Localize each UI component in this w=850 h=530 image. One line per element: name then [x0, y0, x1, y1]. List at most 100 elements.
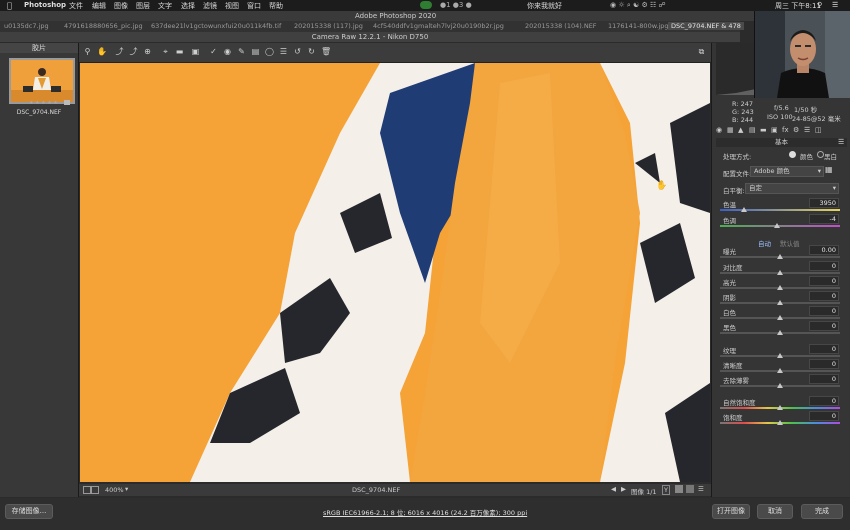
straighten-tool-icon[interactable]: ▬ [175, 47, 184, 56]
preferences-icon[interactable]: ☰ [279, 47, 288, 56]
hand-tool-icon[interactable]: ✋ [97, 47, 107, 56]
panel-menu-icon[interactable]: ☰ [838, 138, 844, 146]
zoom-level[interactable]: 400% [105, 486, 124, 494]
zoom-in-icon[interactable] [91, 486, 99, 494]
temp-slider[interactable] [720, 209, 840, 211]
preview-settings-icon[interactable]: ☰ [698, 485, 704, 493]
shadows-value[interactable]: 0 [809, 291, 839, 301]
color-sampler-tool-icon[interactable]: ⤴ [129, 47, 138, 56]
zoom-out-icon[interactable] [83, 486, 91, 494]
targeted-adjustment-icon[interactable]: ⊕ [143, 47, 152, 56]
graduated-filter-icon[interactable]: ▤ [251, 47, 260, 56]
transform-tool-icon[interactable]: ▣ [191, 47, 200, 56]
menu-app-name[interactable]: Photoshop [24, 1, 66, 9]
zoom-dropdown-icon[interactable]: ▾ [125, 485, 128, 493]
vibrance-value[interactable]: 0 [809, 396, 839, 406]
doc-tab[interactable]: 4cf540ddfv1gmalteh7lvj20u0190b2r.jpg [373, 22, 504, 30]
temp-slider-knob[interactable] [741, 207, 747, 212]
texture-slider-knob[interactable] [777, 353, 783, 358]
menu-layer[interactable]: 图层 [136, 1, 150, 11]
exposure-slider-knob[interactable] [777, 254, 783, 259]
zoom-tool-icon[interactable]: ⚲ [83, 47, 92, 56]
hsl-tab-icon[interactable]: ▤ [749, 126, 756, 134]
profile-browser-icon[interactable]: ▦ [825, 165, 833, 174]
detail-tab-icon[interactable]: ▲ [738, 126, 743, 134]
before-after-copy-icon[interactable] [686, 485, 694, 493]
done-button[interactable]: 完成 [801, 504, 843, 519]
tint-slider-knob[interactable] [774, 223, 780, 228]
contrast-value[interactable]: 0 [809, 261, 839, 271]
rotate-right-icon[interactable]: ↻ [307, 47, 316, 56]
menu-filter[interactable]: 滤镜 [203, 1, 217, 11]
basic-tab-icon[interactable]: ◉ [716, 126, 722, 134]
blacks-value[interactable]: 0 [809, 321, 839, 331]
tray-icons-right[interactable]: ◉ ☼ ⌕ ☯ ⚙ ☷ ☍ [610, 1, 666, 10]
dehaze-value[interactable]: 0 [809, 374, 839, 384]
filmstrip-thumbnail[interactable] [9, 58, 75, 104]
before-after-swap-icon[interactable] [675, 485, 683, 493]
saturation-value[interactable]: 0 [809, 411, 839, 421]
split-toning-tab-icon[interactable]: ▬ [760, 126, 767, 134]
clarity-value[interactable]: 0 [809, 359, 839, 369]
texture-value[interactable]: 0 [809, 344, 839, 354]
image-preview-canvas[interactable]: ✋ [80, 63, 710, 482]
status-pill-icon[interactable] [420, 1, 432, 9]
adjustment-brush-icon[interactable]: ✎ [237, 47, 246, 56]
menu-file[interactable]: 文件 [69, 1, 83, 11]
tone-curve-tab-icon[interactable]: ▦ [727, 126, 734, 134]
dehaze-slider-knob[interactable] [777, 383, 783, 388]
crop-tool-icon[interactable]: ⌖ [161, 47, 170, 56]
radial-filter-icon[interactable]: ◯ [265, 47, 274, 56]
tray-icon-group-1[interactable]: ●1 ●3 ● [440, 1, 472, 9]
doc-tab[interactable]: 637dee21lv1gctowunxfui20u011k4fb.tif [151, 22, 281, 30]
color-radio[interactable] [789, 151, 796, 158]
red-eye-icon[interactable]: ◉ [223, 47, 232, 56]
doc-tab[interactable]: 1176141-800w.jpg [608, 22, 669, 30]
bw-radio[interactable] [817, 151, 824, 158]
menu-select[interactable]: 选择 [181, 1, 195, 11]
menu-image[interactable]: 图像 [114, 1, 128, 11]
search-icon[interactable]: ⚲ [817, 1, 822, 9]
wb-select[interactable]: 自定 ▾ [745, 183, 839, 194]
rating-stars[interactable]: ★ ★ ★ ★ ★ [29, 100, 58, 106]
menu-window[interactable]: 窗口 [247, 1, 261, 11]
highlights-slider-knob[interactable] [777, 285, 783, 290]
exposure-value[interactable]: 0.00 [809, 245, 839, 255]
calibration-tab-icon[interactable]: ⚙ [793, 126, 799, 134]
contrast-slider-knob[interactable] [777, 270, 783, 275]
saturation-slider-knob[interactable] [777, 420, 783, 425]
open-image-button[interactable]: 打开图像 [712, 504, 750, 519]
menu-help[interactable]: 帮助 [269, 1, 283, 11]
save-image-button[interactable]: 存储图像... [5, 504, 53, 519]
menubar-clock[interactable]: 周三 下午8:11 [775, 1, 821, 11]
white-balance-tool-icon[interactable]: ⤴ [115, 47, 124, 56]
tint-slider[interactable] [720, 225, 840, 227]
auto-link[interactable]: 自动 [758, 238, 771, 248]
shadows-slider-knob[interactable] [777, 300, 783, 305]
temp-value[interactable]: 3950 [809, 198, 839, 208]
effects-tab-icon[interactable]: fx [782, 126, 789, 134]
rotate-left-icon[interactable]: ↺ [293, 47, 302, 56]
lens-tab-icon[interactable]: ▣ [771, 126, 778, 134]
menu-view[interactable]: 视图 [225, 1, 239, 11]
whites-value[interactable]: 0 [809, 306, 839, 316]
snapshots-tab-icon[interactable]: ◫ [815, 126, 822, 134]
spot-removal-icon[interactable]: ✓ [209, 47, 218, 56]
clarity-slider-knob[interactable] [777, 368, 783, 373]
doc-tab[interactable]: u0135dc7.jpg [4, 22, 49, 30]
highlights-value[interactable]: 0 [809, 276, 839, 286]
default-link[interactable]: 默认值 [780, 238, 800, 248]
profile-select[interactable]: Adobe 颜色 ▾ [750, 166, 824, 177]
vibrance-slider-knob[interactable] [777, 405, 783, 410]
doc-tab[interactable]: 4791618880656_pic.jpg [64, 22, 143, 30]
fullscreen-icon[interactable]: ⧉ [697, 47, 706, 56]
prev-image-icon[interactable]: ◀ [611, 485, 616, 493]
doc-tab-active[interactable]: DSC_9704.NEF & 478 [668, 22, 744, 30]
cancel-button[interactable]: 取消 [757, 504, 793, 519]
before-after-y-icon[interactable]: Y [662, 485, 670, 495]
presets-tab-icon[interactable]: ☰ [804, 126, 810, 134]
workflow-options-link[interactable]: sRGB IEC61966-2.1; 8 位; 6016 x 4016 (24.… [323, 507, 527, 517]
whites-slider-knob[interactable] [777, 315, 783, 320]
menu-edit[interactable]: 编辑 [92, 1, 106, 11]
doc-tab[interactable]: 202015338 (117).jpg [294, 22, 363, 30]
